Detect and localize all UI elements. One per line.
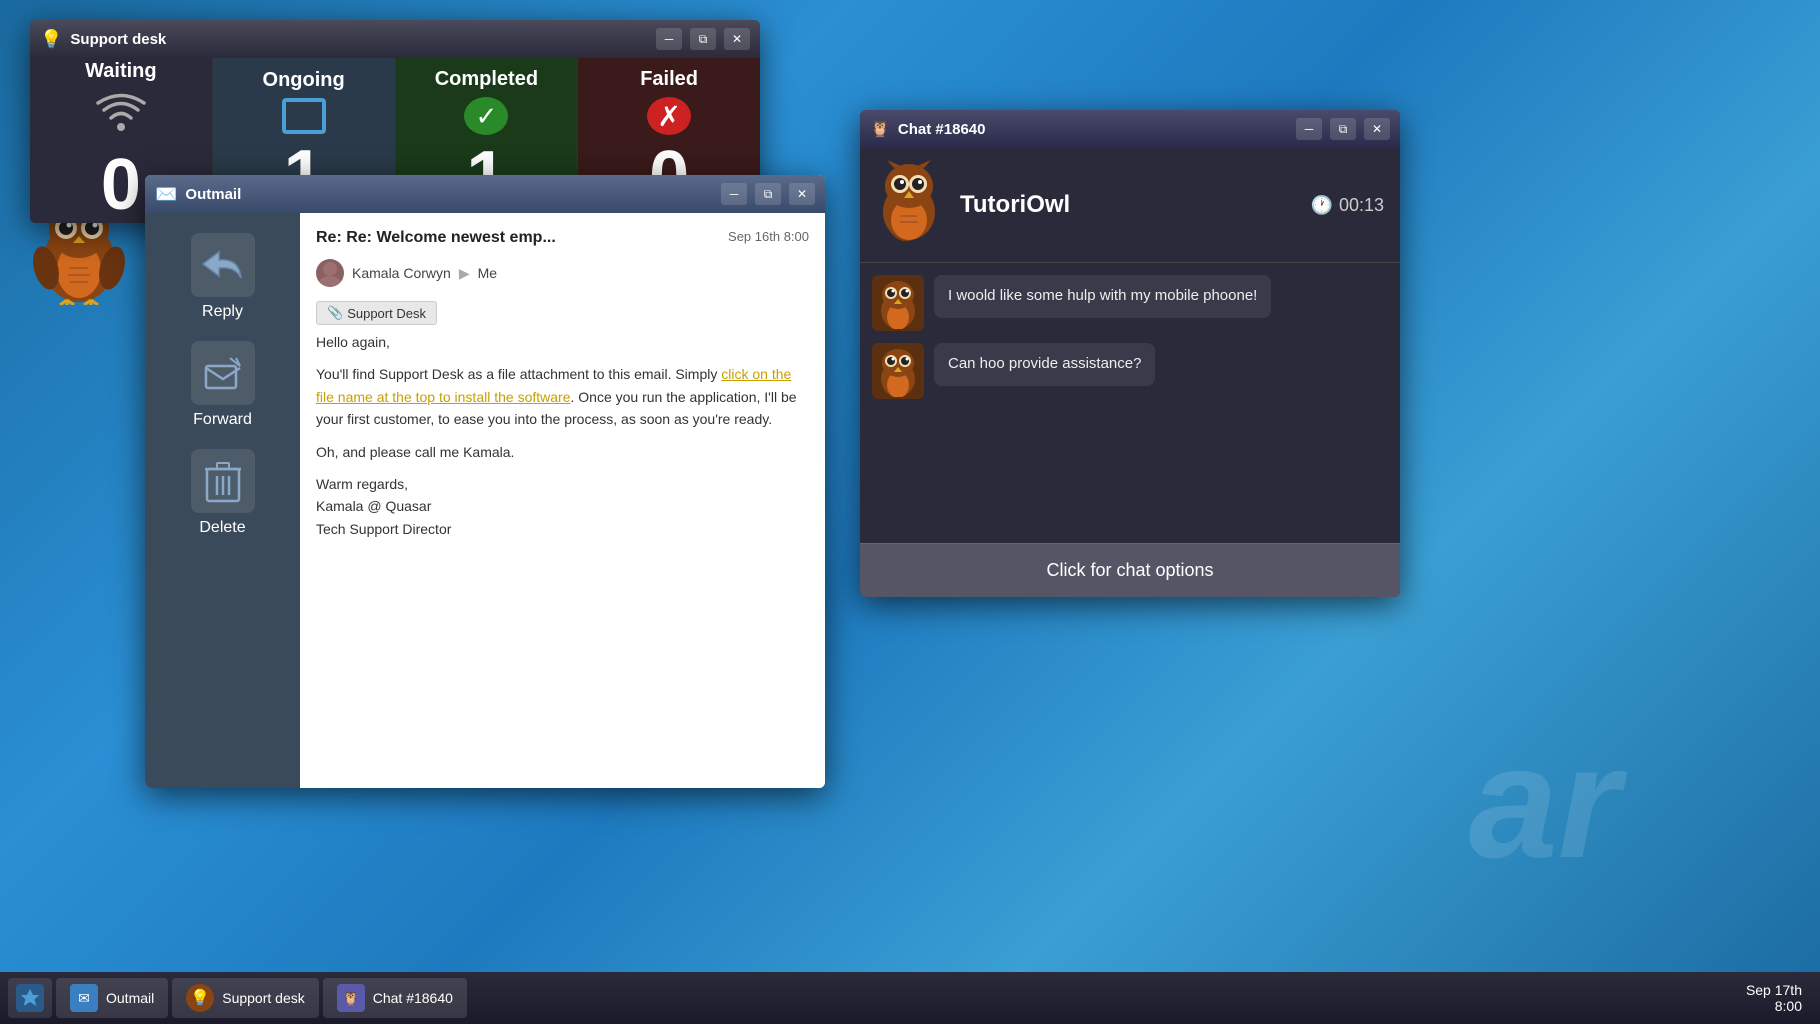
msg2-avatar xyxy=(872,343,924,399)
taskbar-chat[interactable]: 🦉 Chat #18640 xyxy=(323,978,467,1018)
chat-close-btn[interactable]: ✕ xyxy=(1364,118,1390,140)
failed-icon: ✗ xyxy=(647,97,691,135)
msg1-bubble: I woold like some hulp with my mobile ph… xyxy=(934,275,1271,318)
arrow-icon: ▶ xyxy=(459,265,470,282)
outmail-body: Reply Forward xyxy=(145,213,825,788)
attachment-name: Support Desk xyxy=(347,306,426,321)
reply-icon xyxy=(191,233,255,297)
clock-date: Sep 17th xyxy=(1746,982,1802,998)
timer-value: 00:13 xyxy=(1339,195,1384,216)
system-icon xyxy=(16,984,44,1012)
recipient: Me xyxy=(478,265,497,281)
forward-button[interactable]: Forward xyxy=(191,341,255,429)
delete-icon xyxy=(191,449,255,513)
system-button[interactable] xyxy=(8,978,52,1018)
taskbar-outmail[interactable]: ✉ Outmail xyxy=(56,978,168,1018)
email-from: Kamala Corwyn ▶ Me xyxy=(316,259,809,287)
stat-ongoing-label: Ongoing xyxy=(263,69,345,92)
outmail-sidebar: Reply Forward xyxy=(145,213,300,788)
reply-button[interactable]: Reply xyxy=(191,233,255,321)
outmail-restore-btn[interactable]: ⧉ xyxy=(755,183,781,205)
chat-timer: 🕐 00:13 xyxy=(1311,195,1384,216)
sender-name: Kamala Corwyn xyxy=(352,265,451,281)
email-paragraph1: You'll find Support Desk as a file attac… xyxy=(316,363,809,430)
chat-owl-front xyxy=(876,160,942,245)
chat-messages: I woold like some hulp with my mobile ph… xyxy=(860,263,1400,543)
taskbar: ✉ Outmail 💡 Support desk 🦉 Chat #18640 S… xyxy=(0,972,1820,1024)
forward-icon xyxy=(191,341,255,405)
msg1-avatar xyxy=(872,275,924,331)
delete-button[interactable]: Delete xyxy=(191,449,255,537)
taskbar-outmail-label: Outmail xyxy=(106,990,154,1006)
sender-avatar xyxy=(316,259,344,287)
outmail-title: Outmail xyxy=(185,186,713,203)
chat-message-2: Can hoo provide assistance? xyxy=(872,343,1388,399)
chat-options-button[interactable]: Click for chat options xyxy=(860,543,1400,597)
chat-username: TutoriOwl xyxy=(960,191,1299,219)
stat-failed-label: Failed xyxy=(640,68,698,91)
chat-restore-btn[interactable]: ⧉ xyxy=(1330,118,1356,140)
chat-window: 🦉 Chat #18640 ─ ⧉ ✕ xyxy=(860,110,1400,597)
outmail-window: ✉️ Outmail ─ ⧉ ✕ Reply xyxy=(145,175,825,788)
email-paragraph2: Oh, and please call me Kamala. xyxy=(316,441,809,463)
email-greeting: Hello again, xyxy=(316,331,809,353)
email-link[interactable]: click on the file name at the top to ins… xyxy=(316,366,791,404)
wifi-icon xyxy=(95,89,147,143)
ongoing-icon xyxy=(282,98,326,134)
attachment-tag[interactable]: 📎 Support Desk xyxy=(316,301,437,325)
taskbar-outmail-icon: ✉ xyxy=(70,984,98,1012)
support-close-btn[interactable]: ✕ xyxy=(724,28,750,50)
stat-waiting-value: 0 xyxy=(101,149,141,221)
msg2-text: Can hoo provide assistance? xyxy=(948,355,1141,372)
taskbar-clock: Sep 17th 8:00 xyxy=(1746,982,1812,1014)
support-desk-title: Support desk xyxy=(70,31,648,48)
paperclip-icon: 📎 xyxy=(327,305,343,321)
chat-title: Chat #18640 xyxy=(898,121,1288,138)
taskbar-chat-icon: 🦉 xyxy=(337,984,365,1012)
email-signature: Warm regards,Kamala @ QuasarTech Support… xyxy=(316,473,809,540)
msg2-bubble: Can hoo provide assistance? xyxy=(934,343,1155,386)
desktop-watermark: ar xyxy=(1469,710,1620,894)
outmail-content: Sep 16th 8:00 Re: Re: Welcome newest emp… xyxy=(300,213,825,788)
taskbar-support-label: Support desk xyxy=(222,990,305,1006)
delete-label: Delete xyxy=(199,519,245,537)
completed-icon: ✓ xyxy=(464,97,508,135)
msg1-text: I woold like some hulp with my mobile ph… xyxy=(948,287,1257,304)
outmail-minimize-btn[interactable]: ─ xyxy=(721,183,747,205)
forward-label: Forward xyxy=(193,411,252,429)
chat-owl-avatars xyxy=(876,160,948,250)
email-body: Hello again, You'll find Support Desk as… xyxy=(316,331,809,540)
chat-titlebar: 🦉 Chat #18640 ─ ⧉ ✕ xyxy=(860,110,1400,148)
chat-options-label: Click for chat options xyxy=(1046,560,1213,580)
reply-label: Reply xyxy=(202,303,243,321)
clock-icon: 🕐 xyxy=(1311,195,1333,216)
chat-header: TutoriOwl 🕐 00:13 xyxy=(860,148,1400,263)
outmail-titlebar: ✉️ Outmail ─ ⧉ ✕ xyxy=(145,175,825,213)
support-restore-btn[interactable]: ⧉ xyxy=(690,28,716,50)
taskbar-support[interactable]: 💡 Support desk xyxy=(172,978,319,1018)
stat-completed-label: Completed xyxy=(435,68,538,91)
clock-time: 8:00 xyxy=(1746,998,1802,1014)
support-desk-titlebar: 💡 Support desk ─ ⧉ ✕ xyxy=(30,20,760,58)
outmail-close-btn[interactable]: ✕ xyxy=(789,183,815,205)
email-date: Sep 16th 8:00 xyxy=(728,229,809,244)
taskbar-support-icon: 💡 xyxy=(186,984,214,1012)
stat-waiting-label: Waiting xyxy=(85,60,156,83)
support-minimize-btn[interactable]: ─ xyxy=(656,28,682,50)
chat-message-1: I woold like some hulp with my mobile ph… xyxy=(872,275,1388,331)
chat-minimize-btn[interactable]: ─ xyxy=(1296,118,1322,140)
taskbar-chat-label: Chat #18640 xyxy=(373,990,453,1006)
